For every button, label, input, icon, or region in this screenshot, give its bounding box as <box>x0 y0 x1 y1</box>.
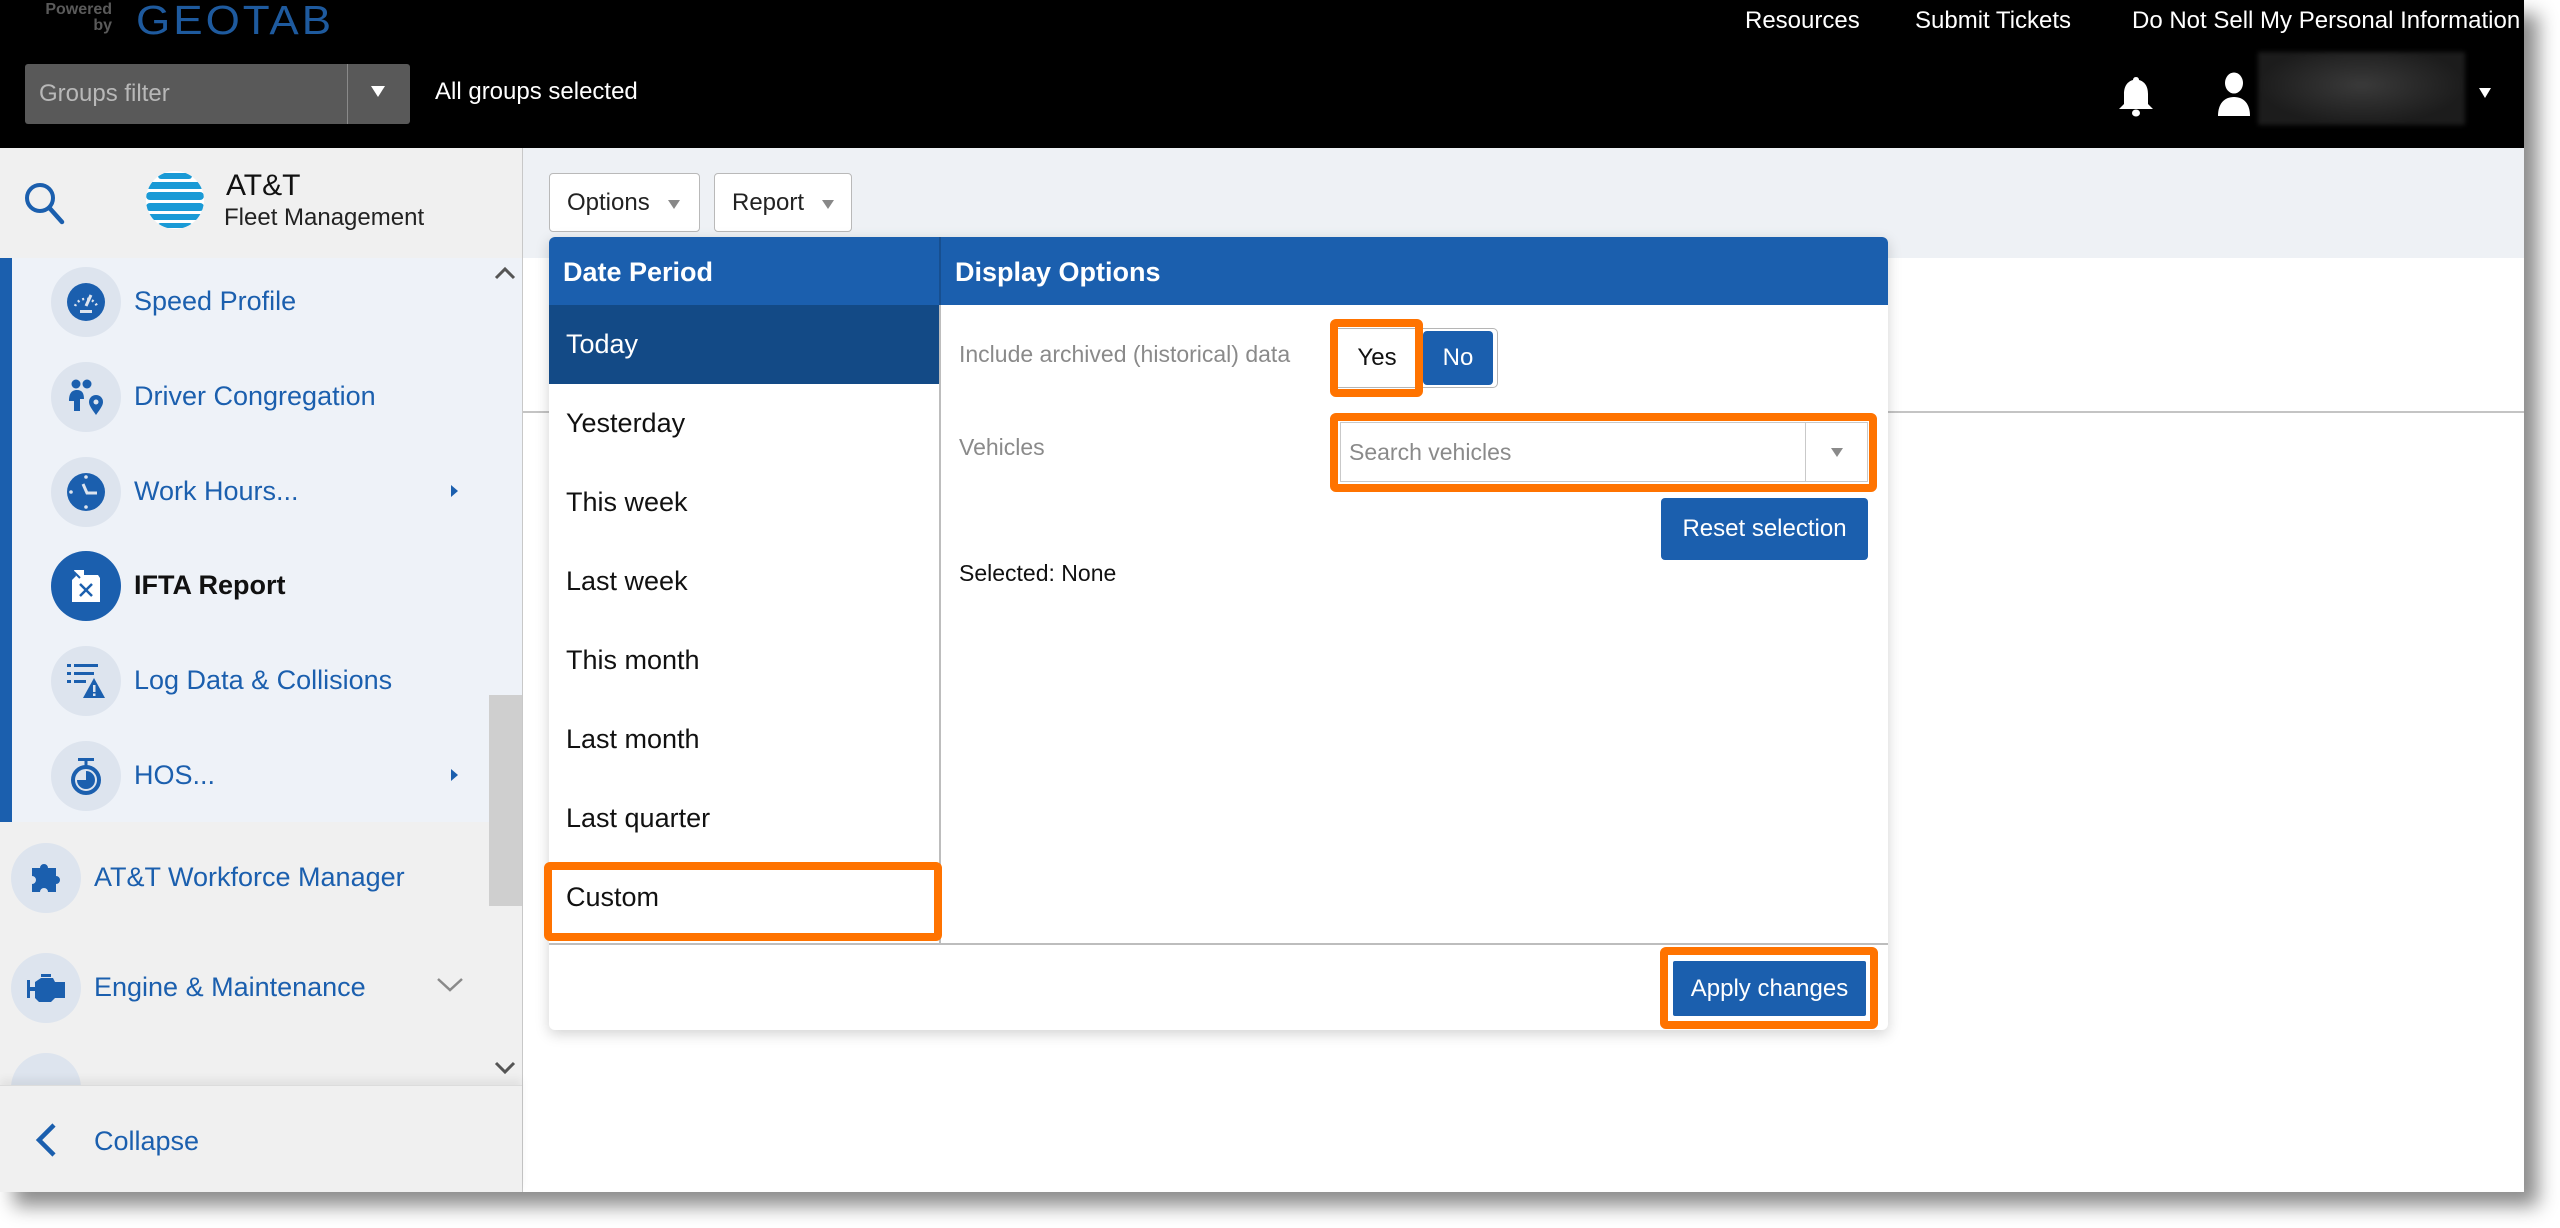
date-period-label: Yesterday <box>566 408 686 438</box>
date-period-list: Today Yesterday This week Last week This… <box>549 305 941 944</box>
date-period-this-month[interactable]: This month <box>549 621 939 700</box>
date-period-label: Today <box>566 329 639 359</box>
options-label: Options <box>567 189 650 216</box>
date-period-last-quarter[interactable]: Last quarter <box>549 779 939 858</box>
date-period-today[interactable]: Today <box>549 305 939 384</box>
speedometer-icon <box>51 267 121 337</box>
archived-yes-button[interactable]: Yes <box>1342 331 1412 385</box>
date-period-yesterday[interactable]: Yesterday <box>549 384 939 463</box>
sidebar-item-hos[interactable]: HOS... <box>0 731 480 821</box>
search-vehicles-input[interactable]: Search vehicles <box>1340 422 1868 482</box>
groups-filter-placeholder: Groups filter <box>39 80 170 107</box>
sidebar-item-label: Work Hours... <box>134 476 299 506</box>
do-not-sell-link[interactable]: Do Not Sell My Personal Information <box>2132 6 2520 36</box>
sidebar-item-speed-profile[interactable]: Speed Profile <box>0 257 480 347</box>
collapse-label: Collapse <box>94 1126 200 1156</box>
sidebar-scrollbar[interactable] <box>489 258 522 1080</box>
date-period-label: Last month <box>566 724 700 754</box>
display-options-header: Display Options <box>955 257 1161 287</box>
caret-down-icon <box>668 200 680 209</box>
search-icon[interactable] <box>22 180 68 228</box>
brand-title: AT&T <box>226 169 301 202</box>
people-location-icon <box>51 362 121 432</box>
caret-down-icon <box>822 200 834 209</box>
sidebar-item-label: Log Data & Collisions <box>134 665 393 695</box>
sidebar-item-label: HOS... <box>134 760 216 790</box>
sidebar-item-ifta-report[interactable]: IFTA Report <box>0 541 480 631</box>
date-period-label: This week <box>566 487 688 517</box>
chevron-down-icon[interactable] <box>371 86 385 97</box>
geotab-logo[interactable]: GEOTAB <box>136 0 334 44</box>
user-icon[interactable] <box>2216 72 2252 118</box>
caret-right-icon <box>451 485 458 497</box>
submit-tickets-link[interactable]: Submit Tickets <box>1915 6 2071 36</box>
groups-filter-input[interactable]: Groups filter <box>25 64 410 124</box>
sidebar-item-label: IFTA Report <box>134 570 286 600</box>
bell-icon[interactable] <box>2116 74 2156 118</box>
user-menu-caret-icon[interactable] <box>2479 88 2491 98</box>
chevron-down-icon[interactable] <box>1831 448 1843 457</box>
sidebar-item-label: AT&T Workforce Manager <box>94 862 405 892</box>
sidebar-item-workforce-manager[interactable]: AT&T Workforce Manager <box>0 833 480 923</box>
sidebar-item-label: Driver Congregation <box>134 381 376 411</box>
date-period-label: Last quarter <box>566 803 711 833</box>
apply-changes-button[interactable]: Apply changes <box>1673 961 1866 1016</box>
sidebar-item-work-hours[interactable]: Work Hours... <box>0 447 480 537</box>
selected-vehicles-text: Selected: None <box>959 560 1117 586</box>
clock-icon <box>51 457 121 527</box>
brand-subtitle: Fleet Management <box>224 204 425 231</box>
groups-status: All groups selected <box>435 78 638 105</box>
sidebar-item-engine-maintenance[interactable]: Engine & Maintenance <box>0 943 480 1033</box>
date-period-last-month[interactable]: Last month <box>549 700 939 779</box>
date-period-last-week[interactable]: Last week <box>549 542 939 621</box>
date-period-header: Date Period <box>563 257 714 287</box>
report-label: Report <box>732 189 805 216</box>
header-separator <box>939 237 941 305</box>
archived-data-label: Include archived (historical) data <box>959 341 1291 367</box>
resources-link[interactable]: Resources <box>1745 6 1860 36</box>
engine-icon <box>11 953 81 1023</box>
scroll-up-icon[interactable] <box>493 265 517 281</box>
search-vehicles-placeholder: Search vehicles <box>1349 439 1512 465</box>
scroll-down-icon[interactable] <box>493 1060 517 1076</box>
date-period-label: Last week <box>566 566 688 596</box>
options-panel-header: Date Period Display Options <box>549 237 1888 305</box>
puzzle-icon <box>11 843 81 913</box>
search-vehicles-divider <box>1805 423 1806 481</box>
att-globe-logo-icon <box>146 171 204 229</box>
scrollbar-thumb[interactable] <box>489 695 522 906</box>
list-warning-icon <box>51 646 121 716</box>
sidebar-item-label: Speed Profile <box>134 286 297 316</box>
groups-filter-divider <box>347 64 348 124</box>
powered-by-label: Powered by <box>45 1 112 34</box>
chevron-down-icon[interactable] <box>435 975 465 995</box>
stopwatch-icon <box>51 741 121 811</box>
sidebar-item-driver-congregation[interactable]: Driver Congregation <box>0 352 480 442</box>
archived-no-button[interactable]: No <box>1423 331 1493 385</box>
sidebar-item-log-data-collisions[interactable]: Log Data & Collisions <box>0 636 480 726</box>
date-period-label: Custom <box>566 882 660 912</box>
sidebar: AT&T Fleet Management Speed Profile Driv… <box>0 148 523 1192</box>
vehicles-label: Vehicles <box>959 434 1045 460</box>
reset-selection-button[interactable]: Reset selection <box>1661 498 1868 560</box>
options-button[interactable]: Options <box>549 173 700 232</box>
user-name-redacted[interactable] <box>2258 52 2465 125</box>
collapse-button[interactable]: Collapse <box>0 1085 522 1192</box>
top-bar: Powered by GEOTAB Resources Submit Ticke… <box>0 0 2524 148</box>
sidebar-item-label: Engine & Maintenance <box>94 972 366 1002</box>
sidebar-header: AT&T Fleet Management <box>0 148 522 258</box>
chevron-left-icon <box>35 1123 56 1157</box>
date-period-this-week[interactable]: This week <box>549 463 939 542</box>
fuel-can-icon <box>51 551 121 621</box>
panel-footer-divider <box>549 943 1888 945</box>
page: Powered by GEOTAB Resources Submit Ticke… <box>0 0 2524 1192</box>
date-period-custom[interactable]: Custom <box>549 858 939 937</box>
caret-right-icon <box>451 769 458 781</box>
report-button[interactable]: Report <box>714 173 852 232</box>
date-period-label: This month <box>566 645 700 675</box>
